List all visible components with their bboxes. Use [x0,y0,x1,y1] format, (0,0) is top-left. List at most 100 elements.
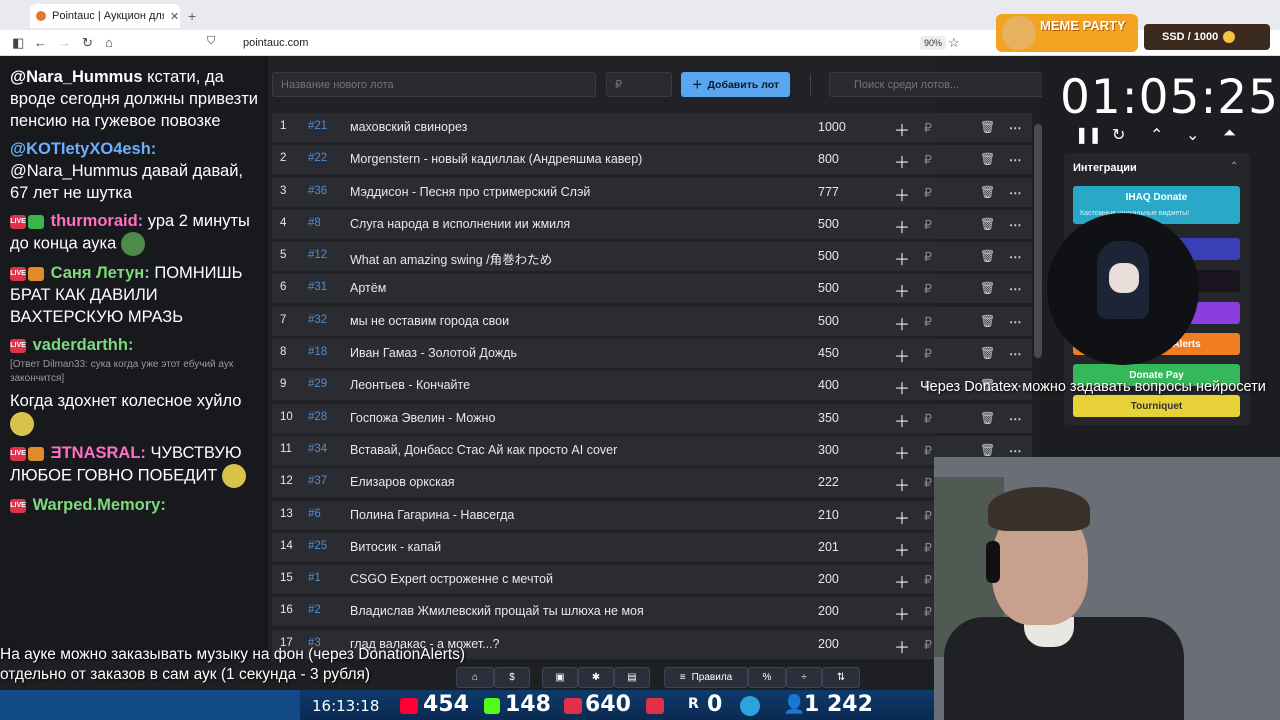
lot-amount[interactable]: 200 [818,637,839,651]
chevron-down-icon[interactable]: ⌄ [1186,125,1199,145]
lot-name[interactable]: Госпожа Эвелин - Можно [350,411,495,425]
more-icon[interactable]: ⋯ [1009,411,1022,426]
collapse-icon[interactable]: ⌃ [1230,161,1238,172]
add-amount-icon[interactable]: ＋ [894,505,910,529]
lot-row[interactable]: 9 #29 Леонтьев - Кончайте 400 ＋ ₽ 🗑 ⋯ [272,371,1032,401]
browser-tab[interactable]: Pointauc | Аукцион для стримера ✕ [30,4,180,28]
lot-row[interactable]: 2 #22 Morgenstern - новый кадиллак (Андрея… [272,145,1032,175]
lot-amount[interactable]: 300 [818,443,839,457]
add-amount-icon[interactable]: ＋ [894,375,910,399]
amount-input[interactable] [606,72,672,97]
search-input[interactable] [829,72,1045,97]
lot-name[interactable]: маховский свинорез [350,120,467,134]
lot-row[interactable]: 4 #8 Слуга народа в исполнении ии жмиля 500… [272,209,1032,239]
github-icon[interactable]: ⌂ [456,667,494,688]
donate-icon[interactable]: $ [494,667,530,688]
divide-icon[interactable]: ÷ [786,667,822,688]
delete-icon[interactable]: 🗑 [980,249,995,263]
lot-name[interactable]: CSGO Expert остроженне с мечтой [350,572,553,586]
lot-row[interactable]: 11 #34 Вставай, Донбасс Стас Ай как просто… [272,435,1032,465]
add-amount-icon[interactable]: ＋ [894,117,910,141]
lot-amount[interactable]: 800 [818,152,839,166]
add-amount-icon[interactable]: ＋ [894,278,910,302]
ruble-icon[interactable]: ₽ [924,604,932,619]
lot-amount[interactable]: 200 [818,604,839,618]
ruble-icon[interactable]: ₽ [924,572,932,587]
chevron-up-icon[interactable]: ⌃ [1150,125,1163,145]
lot-row[interactable]: 5 #12 What an amazing swing /角巻わため 500 ＋ ₽ 🗑 ⋯ [272,242,1032,272]
delete-icon[interactable]: 🗑 [980,411,995,425]
lot-name[interactable]: Елизаров оркская [350,475,455,489]
ruble-icon[interactable]: ₽ [924,346,932,361]
add-amount-icon[interactable]: ＋ [894,182,910,206]
save-icon[interactable]: ▣ [542,667,578,688]
more-icon[interactable]: ⋯ [1009,120,1022,135]
lot-row[interactable]: 3 #36 Мэддисон - Песня про стримерский Слэ… [272,177,1032,207]
lot-amount[interactable]: 500 [818,281,839,295]
lot-amount[interactable]: 400 [818,378,839,392]
more-icon[interactable]: ⋯ [1009,152,1022,167]
lot-name[interactable]: мы не оставим города свои [350,314,509,328]
double-chevron-up-icon[interactable]: ⏶ [1223,125,1236,143]
home-icon[interactable]: ⌂ [105,35,113,50]
lot-name[interactable]: Полина Гагарина - Навсегда [350,508,514,522]
new-lot-input[interactable] [272,72,596,97]
add-amount-icon[interactable]: ＋ [894,343,910,367]
lot-name[interactable]: Мэддисон - Песня про стримерский Слэй [350,185,590,199]
lot-amount[interactable]: 500 [818,249,839,263]
more-icon[interactable]: ⋯ [1009,217,1022,232]
delete-icon[interactable]: 🗑 [980,217,995,231]
lot-amount[interactable]: 777 [818,185,839,199]
lot-name[interactable]: Слуга народа в исполнении ии жмиля [350,217,570,231]
lot-row[interactable]: 14#25Витосик - капай201＋₽🗑⋯ [272,532,1032,562]
lot-name[interactable]: Леонтьев - Кончайте [350,378,470,392]
lot-name[interactable]: Иван Гамаз - Золотой Дождь [350,346,517,360]
tourniquet-button[interactable]: Tourniquet [1073,395,1240,417]
scrollbar[interactable] [1034,124,1042,358]
lot-amount[interactable]: 1000 [818,120,846,134]
lot-name[interactable]: What an amazing swing /角巻わため [350,249,552,268]
lot-row[interactable]: 16 #2 Владислав Жмилевский прощай ты шлюха… [272,597,1032,627]
url-field[interactable]: pointauc.com [243,37,308,49]
add-amount-icon[interactable]: ＋ [894,246,910,270]
close-tab-icon[interactable]: ✕ [170,10,179,23]
more-icon[interactable]: ⋯ [1009,443,1022,458]
back-icon[interactable]: ← [34,35,47,50]
bug-icon[interactable]: ✱ [578,667,614,688]
reload-icon[interactable]: ↻ [82,35,93,51]
ruble-icon[interactable]: ₽ [924,120,932,135]
add-amount-icon[interactable]: ＋ [894,408,910,432]
add-amount-icon[interactable]: ＋ [894,149,910,173]
ruble-icon[interactable]: ₽ [924,152,932,167]
shield-icon[interactable]: ⛉ [207,35,215,48]
history-icon[interactable]: ▤ [614,667,650,688]
add-amount-icon[interactable]: ＋ [894,214,910,238]
add-lot-button[interactable]: ＋ Добавить лот [681,72,790,97]
ruble-icon[interactable]: ₽ [924,217,932,232]
lot-row[interactable]: 7 #32 мы не оставим города свои 500 ＋ ₽ 🗑 ⋯ [272,306,1032,336]
lot-amount[interactable]: 500 [818,314,839,328]
more-icon[interactable]: ⋯ [1009,346,1022,361]
lot-amount[interactable]: 350 [818,411,839,425]
ruble-icon[interactable]: ₽ [924,443,932,458]
ruble-icon[interactable]: ₽ [924,281,932,296]
add-amount-icon[interactable]: ＋ [894,440,910,464]
percent-icon[interactable]: % [748,667,786,688]
lot-amount[interactable]: 222 [818,475,839,489]
lot-name[interactable]: Вставай, Донбасс Стас Ай как просто AI c… [350,443,617,457]
more-icon[interactable]: ⋯ [1009,314,1022,329]
ruble-icon[interactable]: ₽ [924,249,932,264]
ruble-icon[interactable]: ₽ [924,185,932,200]
lot-name[interactable]: Владислав Жмилевский прощай ты шлюха не … [350,604,644,618]
more-icon[interactable]: ⋯ [1009,281,1022,296]
lot-amount[interactable]: 210 [818,508,839,522]
add-amount-icon[interactable]: ＋ [894,601,910,625]
lot-amount[interactable]: 500 [818,217,839,231]
delete-icon[interactable]: 🗑 [980,443,995,457]
delete-icon[interactable]: 🗑 [980,346,995,360]
delete-icon[interactable]: 🗑 [980,185,995,199]
lot-row[interactable]: 10 #28 Госпожа Эвелин - Можно 350 ＋ ₽ 🗑 ⋯ [272,403,1032,433]
bookmark-star-icon[interactable]: ☆ [948,35,960,51]
add-amount-icon[interactable]: ＋ [894,537,910,561]
lot-row[interactable]: 8 #18 Иван Гамаз - Золотой Дождь 450 ＋ ₽ 🗑 ⋯ [272,339,1032,369]
